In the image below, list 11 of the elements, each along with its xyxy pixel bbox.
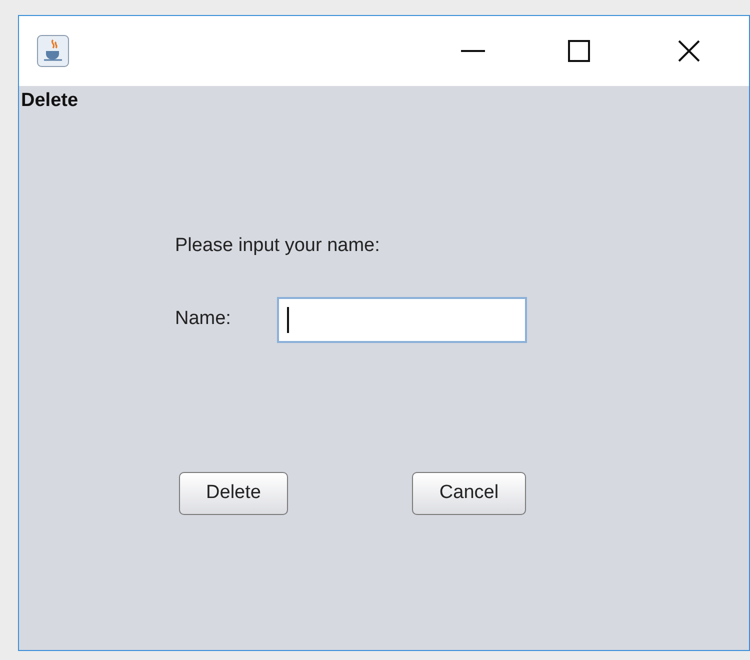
minimize-icon <box>461 50 485 52</box>
java-cup-icon <box>37 35 69 67</box>
maximize-icon <box>568 40 590 62</box>
cancel-button[interactable]: Cancel <box>412 472 526 514</box>
name-label: Name: <box>175 307 232 332</box>
name-input-field[interactable] <box>277 296 527 342</box>
window-heading: Delete <box>20 89 80 113</box>
delete-button[interactable]: Delete <box>179 472 288 514</box>
prompt-text: Please input your name: <box>175 234 380 258</box>
text-caret <box>287 306 289 332</box>
close-icon <box>678 40 700 62</box>
